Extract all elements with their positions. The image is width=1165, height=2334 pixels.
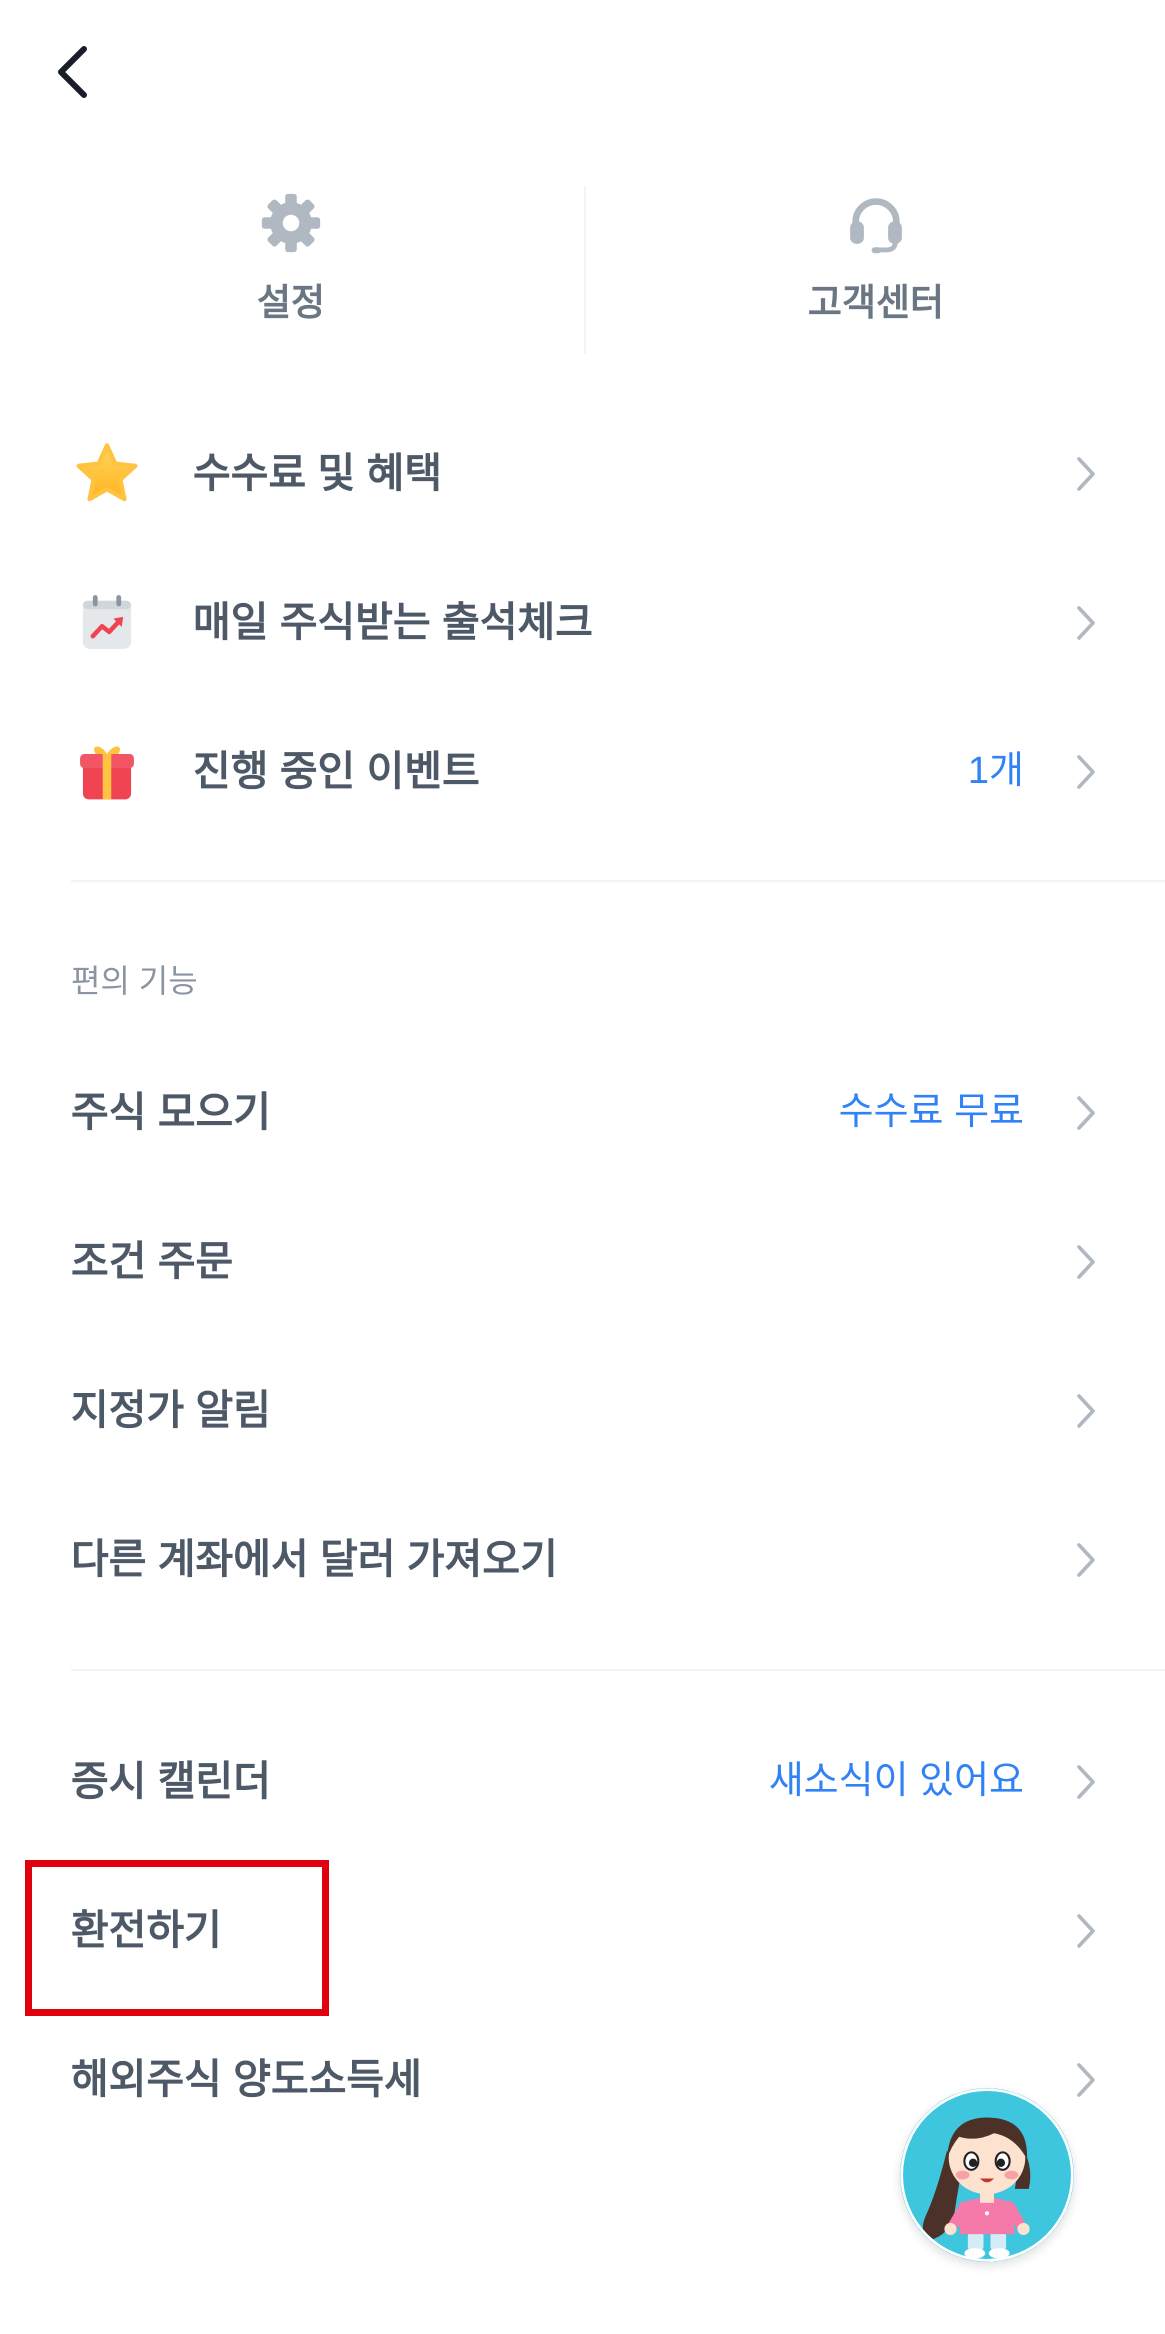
chevron-right-icon	[1075, 2061, 1097, 2099]
menu-row-attendance-check[interactable]: 매일 주식받는 출석체크	[0, 548, 1165, 697]
calendar-chart-icon	[73, 588, 141, 656]
row-label: 지정가 알림	[71, 1387, 271, 1433]
chevron-left-icon	[58, 46, 87, 98]
headset-icon	[843, 190, 909, 256]
row-label: 매일 주식받는 출석체크	[193, 599, 593, 645]
row-label: 환전하기	[71, 1907, 222, 1953]
star-icon	[73, 439, 141, 507]
row-label: 주식 모으기	[71, 1089, 271, 1135]
menu-row-market-calendar[interactable]: 증시 캘린더 새소식이 있어요	[0, 1707, 1165, 1856]
section-divider	[71, 1669, 1165, 1671]
section-divider	[71, 880, 1165, 882]
menu-row-ongoing-events[interactable]: 진행 중인 이벤트 1개	[0, 697, 1165, 846]
menu-row-conditional-order[interactable]: 조건 주문	[0, 1187, 1165, 1336]
gift-icon	[73, 737, 141, 805]
settings-label: 설정	[256, 282, 326, 323]
avatar[interactable]	[900, 2088, 1074, 2262]
character-avatar-icon	[900, 2088, 1074, 2262]
row-label: 진행 중인 이벤트	[193, 748, 480, 794]
customer-center-label: 고객센터	[807, 282, 945, 323]
row-label: 증시 캘린더	[71, 1758, 271, 1804]
row-label: 수수료 및 혜택	[193, 450, 443, 496]
customer-center-shortcut[interactable]: 고객센터	[585, 186, 1165, 354]
chevron-right-icon	[1075, 1912, 1097, 1950]
section-title-convenience: 편의 기능	[71, 963, 198, 999]
chevron-right-icon	[1075, 1763, 1097, 1801]
chevron-right-icon	[1075, 1094, 1097, 1132]
shortcut-bar: 설정 고객센터	[0, 186, 1165, 354]
menu-row-fees-benefits[interactable]: 수수료 및 혜택	[0, 399, 1165, 548]
gear-icon	[258, 190, 324, 256]
row-label: 해외주식 양도소득세	[71, 2056, 422, 2102]
chevron-right-icon	[1075, 1243, 1097, 1281]
chevron-right-icon	[1075, 455, 1097, 493]
settings-shortcut[interactable]: 설정	[0, 186, 582, 354]
free-fee-badge: 수수료 무료	[838, 1091, 1024, 1133]
chevron-right-icon	[1075, 1541, 1097, 1579]
menu-row-stock-saving[interactable]: 주식 모으기 수수료 무료	[0, 1038, 1165, 1187]
menu-row-import-dollars[interactable]: 다른 계좌에서 달러 가져오기	[0, 1485, 1165, 1634]
menu-row-currency-exchange[interactable]: 환전하기	[0, 1856, 1165, 2005]
row-label: 조건 주문	[71, 1238, 234, 1284]
chevron-right-icon	[1075, 604, 1097, 642]
menu-row-limit-price-alert[interactable]: 지정가 알림	[0, 1336, 1165, 1485]
row-label: 다른 계좌에서 달러 가져오기	[71, 1536, 558, 1582]
back-button[interactable]	[40, 30, 104, 114]
news-badge: 새소식이 있어요	[768, 1760, 1024, 1802]
chevron-right-icon	[1075, 1392, 1097, 1430]
event-count-badge: 1개	[967, 750, 1024, 792]
chevron-right-icon	[1075, 753, 1097, 791]
